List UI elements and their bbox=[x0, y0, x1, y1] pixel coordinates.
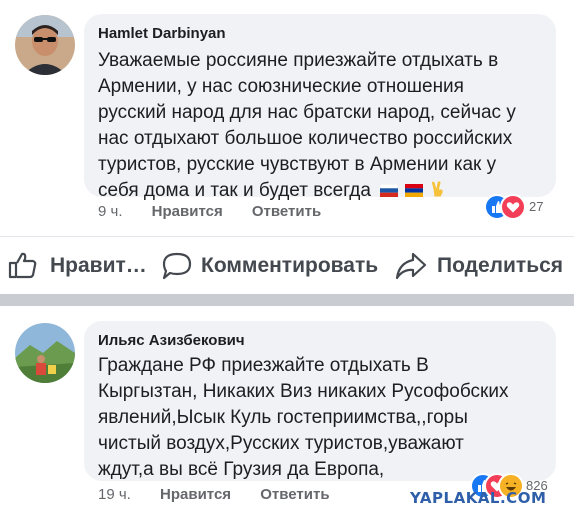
love-icon bbox=[500, 194, 526, 220]
reply-link[interactable]: Ответить bbox=[252, 203, 321, 220]
like-label: Нравит… bbox=[50, 254, 147, 277]
comment-meta: 9 ч. Нравится Ответить bbox=[98, 203, 321, 220]
comment-icon bbox=[162, 252, 192, 280]
comment-author[interactable]: Ильяс Азизбекович bbox=[98, 332, 245, 349]
comment-time[interactable]: 9 ч. bbox=[98, 203, 123, 220]
reaction-count: 27 bbox=[529, 199, 544, 214]
comment-label: Комментировать bbox=[201, 254, 379, 277]
comment-1: Hamlet Darbinyan Уважаемые россияне прие… bbox=[0, 0, 574, 236]
watermark: YAPLAKAL.COM bbox=[410, 489, 547, 507]
thumbs-up-icon bbox=[8, 252, 37, 279]
like-link[interactable]: Нравится bbox=[152, 203, 223, 220]
comment-text: Граждане РФ приезжайте отдыхать В Кыргыз… bbox=[98, 355, 509, 480]
share-icon bbox=[395, 252, 427, 280]
comment-meta: 19 ч. Нравится Ответить bbox=[98, 486, 330, 503]
share-label: Поделиться bbox=[437, 254, 564, 277]
like-link[interactable]: Нравится bbox=[160, 486, 231, 503]
victory-hand-icon bbox=[431, 181, 443, 197]
reply-link[interactable]: Ответить bbox=[260, 486, 329, 503]
avatar[interactable] bbox=[15, 15, 75, 75]
armenia-flag-icon bbox=[405, 184, 424, 197]
avatar[interactable] bbox=[15, 323, 75, 383]
comment-author[interactable]: Hamlet Darbinyan bbox=[98, 25, 226, 42]
reaction-summary[interactable]: 27 bbox=[484, 194, 554, 220]
post-action-bar: Нравит… Комментировать Поделиться bbox=[0, 236, 574, 295]
comment-text: Уважаемые россияне приезжайте отдыхать в… bbox=[98, 50, 516, 201]
russia-flag-icon bbox=[380, 184, 399, 197]
divider bbox=[0, 294, 574, 306]
comment-time[interactable]: 19 ч. bbox=[98, 486, 131, 503]
